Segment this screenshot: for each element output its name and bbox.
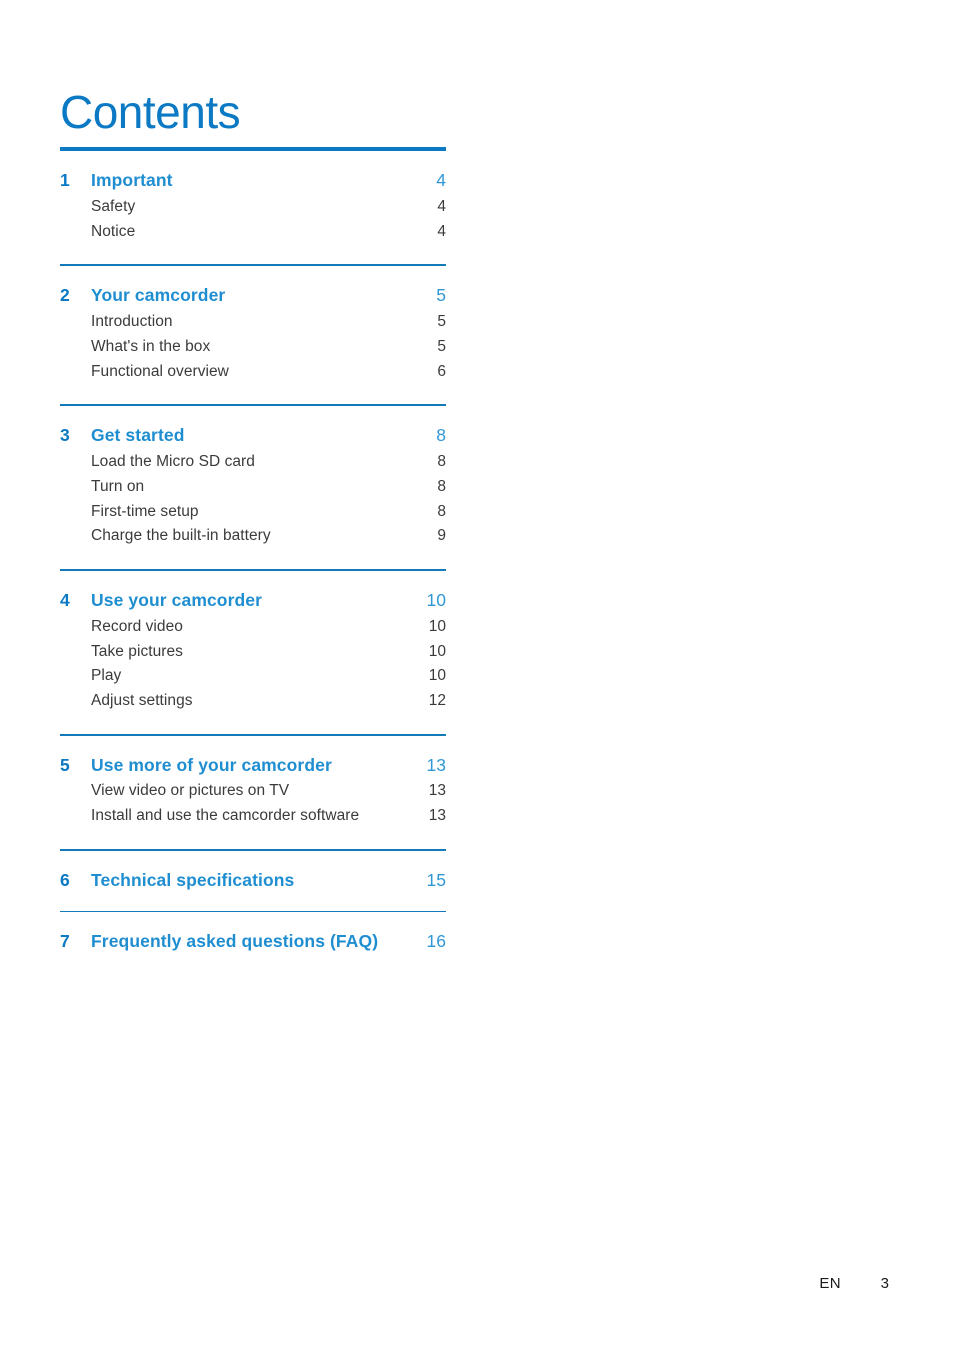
- toc-group: 3 Get started 8 Load the Micro SD card 8…: [60, 404, 446, 547]
- toc-entry-page: 8: [437, 452, 446, 470]
- toc-chapter-number: 5: [60, 754, 70, 775]
- toc-entry-row[interactable]: Charge the built-in battery 9: [60, 526, 446, 547]
- toc-group-gap: [60, 827, 446, 849]
- toc-group-gap: [60, 547, 446, 569]
- toc-entry-page: 10: [428, 617, 446, 635]
- table-of-contents: 1 Important 4 Safety 4 Notice 4 2 Your c…: [60, 147, 446, 955]
- toc-entry-page: 6: [437, 362, 446, 380]
- toc-group-gap: [60, 382, 446, 404]
- toc-group: 5 Use more of your camcorder 13 View vid…: [60, 734, 446, 827]
- toc-chapter-number: 7: [60, 931, 70, 952]
- toc-chapter-number: 2: [60, 285, 70, 306]
- toc-entry-label: Install and use the camcorder software: [91, 807, 360, 825]
- toc-entry-label: Take pictures: [91, 642, 183, 660]
- toc-entry-label: Introduction: [91, 312, 173, 330]
- toc-group: 1 Important 4 Safety 4 Notice 4: [60, 147, 446, 242]
- toc-entry-row[interactable]: View video or pictures on TV 13: [60, 781, 446, 802]
- toc-entry-row[interactable]: Turn on 8: [60, 477, 446, 498]
- toc-chapter-label: Frequently asked questions (FAQ): [91, 931, 379, 952]
- toc-entry-page: 4: [437, 222, 446, 240]
- toc-chapter-number: 1: [60, 170, 70, 190]
- toc-chapter-page: 5: [436, 285, 446, 306]
- toc-chapter-row[interactable]: 3 Get started 8: [60, 424, 446, 448]
- toc-group-gap: [60, 242, 446, 264]
- toc-entry-page: 9: [437, 527, 446, 545]
- toc-chapter-label: Important: [91, 170, 173, 190]
- toc-chapter-row[interactable]: 6 Technical specifications 15: [60, 869, 446, 893]
- toc-chapter-page: 8: [436, 425, 446, 446]
- toc-chapter-row[interactable]: 2 Your camcorder 5: [60, 284, 446, 308]
- toc-chapter-page: 4: [436, 170, 446, 190]
- toc-group: 4 Use your camcorder 10 Record video 10 …: [60, 569, 446, 712]
- toc-entry-page: 8: [437, 477, 446, 495]
- toc-chapter-number: 3: [60, 425, 70, 446]
- toc-entry-label: Safety: [91, 197, 136, 215]
- toc-entry-row[interactable]: Introduction 5: [60, 312, 446, 333]
- toc-entry-row[interactable]: Record video 10: [60, 617, 446, 638]
- toc-chapter-label: Use your camcorder: [91, 589, 263, 610]
- page-title: Contents: [60, 85, 241, 138]
- toc-entry-row[interactable]: Load the Micro SD card 8: [60, 452, 446, 473]
- toc-chapter-row[interactable]: 1 Important 4: [60, 169, 446, 193]
- toc-entry-row[interactable]: First-time setup 8: [60, 502, 446, 523]
- footer-language-code: EN: [819, 1275, 841, 1292]
- toc-group-gap: [60, 712, 446, 734]
- toc-entry-label: Notice: [91, 222, 136, 240]
- toc-entry-page: 4: [437, 197, 446, 215]
- toc-entry-page: 10: [428, 642, 446, 660]
- toc-chapter-number: 4: [60, 589, 70, 610]
- toc-entry-page: 5: [437, 337, 446, 355]
- toc-entry-page: 12: [428, 692, 446, 710]
- toc-entry-label: Charge the built-in battery: [91, 527, 271, 545]
- footer-page-number: 3: [880, 1275, 889, 1292]
- toc-entry-label: View video or pictures on TV: [91, 782, 290, 800]
- toc-entry-page: 10: [428, 667, 446, 685]
- toc-entry-row[interactable]: Notice 4: [60, 222, 446, 243]
- toc-chapter-label: Use more of your camcorder: [91, 754, 332, 775]
- toc-chapter-label: Technical specifications: [91, 869, 295, 890]
- toc-entry-label: Record video: [91, 617, 183, 635]
- toc-entry-row[interactable]: Play 10: [60, 666, 446, 687]
- toc-entry-row[interactable]: Safety 4: [60, 197, 446, 218]
- toc-group: 6 Technical specifications 15: [60, 849, 446, 892]
- toc-chapter-label: Your camcorder: [91, 285, 226, 306]
- toc-chapter-row[interactable]: 7 Frequently asked questions (FAQ) 16: [60, 930, 446, 954]
- toc-entry-row[interactable]: Install and use the camcorder software 1…: [60, 806, 446, 827]
- footer-content: EN 3: [819, 1275, 889, 1292]
- toc-entry-page: 5: [437, 312, 446, 330]
- toc-entry-label: Adjust settings: [91, 692, 193, 710]
- toc-chapter-label: Get started: [91, 425, 185, 446]
- toc-entry-row[interactable]: What's in the box 5: [60, 337, 446, 358]
- toc-chapter-row[interactable]: 5 Use more of your camcorder 13: [60, 754, 446, 778]
- toc-entry-label: Functional overview: [91, 362, 229, 380]
- toc-entry-row[interactable]: Take pictures 10: [60, 642, 446, 663]
- toc-entry-label: What's in the box: [91, 337, 211, 355]
- toc-entry-page: 8: [437, 502, 446, 520]
- toc-chapter-page: 16: [426, 931, 446, 952]
- toc-entry-label: First-time setup: [91, 502, 199, 520]
- toc-chapter-number: 6: [60, 869, 70, 890]
- toc-group-gap: [60, 894, 446, 911]
- toc-entry-label: Turn on: [91, 477, 145, 495]
- toc-chapter-page: 13: [426, 754, 446, 775]
- toc-entry-page: 13: [428, 782, 446, 800]
- toc-entry-label: Play: [91, 667, 122, 685]
- toc-entry-row[interactable]: Adjust settings 12: [60, 691, 446, 712]
- toc-group: 7 Frequently asked questions (FAQ) 16: [60, 910, 446, 954]
- document-page: Contents 1 Important 4 Safety 4 Notice 4…: [0, 0, 954, 1350]
- toc-entry-label: Load the Micro SD card: [91, 452, 255, 470]
- toc-group: 2 Your camcorder 5 Introduction 5 What's…: [60, 264, 446, 382]
- toc-entry-row[interactable]: Functional overview 6: [60, 362, 446, 383]
- toc-entry-page: 13: [428, 807, 446, 825]
- toc-chapter-page: 15: [426, 869, 446, 890]
- toc-chapter-page: 10: [426, 589, 446, 610]
- toc-chapter-row[interactable]: 4 Use your camcorder 10: [60, 589, 446, 613]
